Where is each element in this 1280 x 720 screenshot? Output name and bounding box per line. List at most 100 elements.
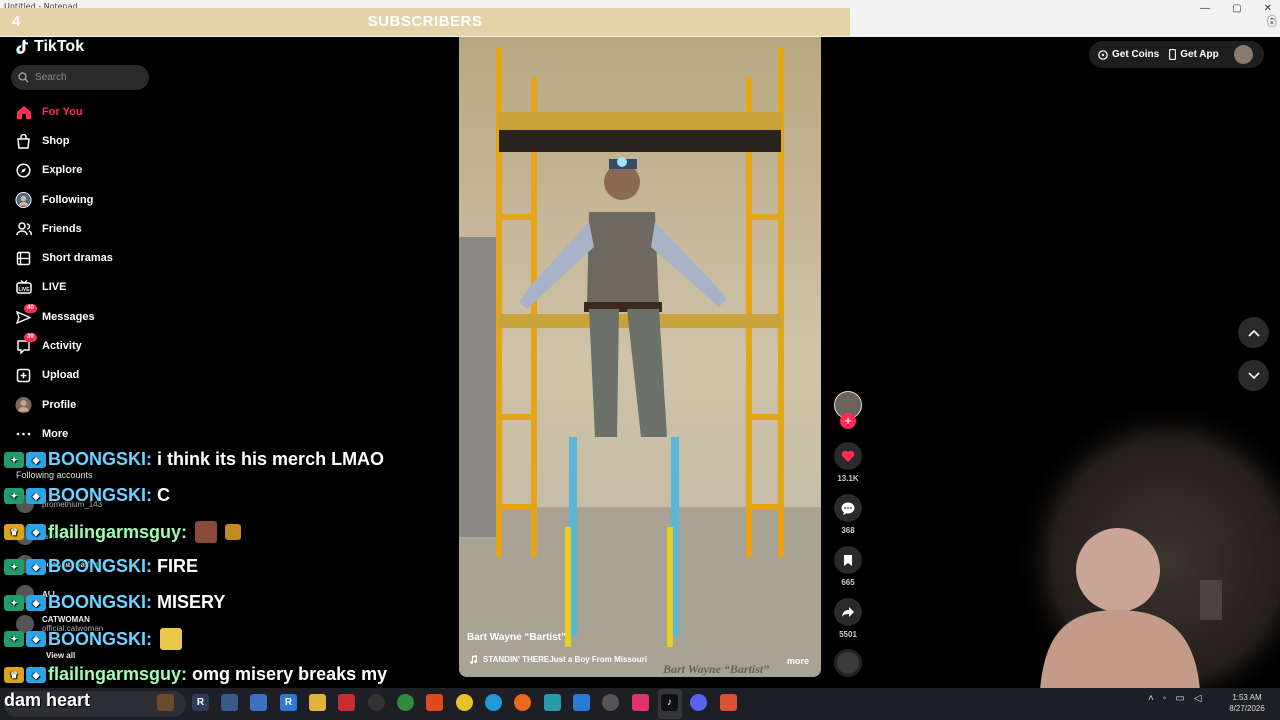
- cube-badge-icon: ◆: [26, 666, 46, 683]
- music-title: STANDIN' THEREJust a Boy From Missouri: [483, 655, 647, 664]
- chat-message: ✦ ◆ BOONGSKI: C: [4, 485, 170, 506]
- brave-icon[interactable]: [426, 694, 443, 711]
- tiktok-note-icon: [16, 39, 29, 55]
- taskbar-app-icon[interactable]: [720, 694, 737, 711]
- nav-friends[interactable]: Friends: [15, 218, 82, 240]
- video-player[interactable]: [459, 37, 821, 677]
- logo-text: TikTok: [34, 38, 85, 55]
- chat-username: BOONGSKI:: [48, 628, 153, 649]
- like-button[interactable]: 13.1K: [834, 442, 862, 483]
- taskbar-app-icon[interactable]: [397, 694, 414, 711]
- nav-label: Short dramas: [42, 252, 113, 264]
- nav-short-dramas[interactable]: Short dramas: [15, 247, 113, 269]
- chat-username: flailingarmsguy:: [48, 521, 188, 542]
- view-all-link[interactable]: View all: [46, 651, 75, 660]
- heart-icon: [834, 442, 862, 470]
- chat-continuation: dam heart: [4, 690, 91, 710]
- taskbar-app-icon[interactable]: [632, 694, 649, 711]
- nav-label: Activity: [42, 340, 82, 352]
- cube-badge-icon: ◆: [26, 487, 46, 504]
- taskbar-app-icon[interactable]: R: [280, 694, 297, 711]
- folder-icon[interactable]: [309, 694, 326, 711]
- user-avatar[interactable]: [1234, 45, 1253, 64]
- tiktok-logo[interactable]: TikTok: [16, 38, 84, 56]
- nav-explore[interactable]: Explore: [15, 159, 82, 181]
- top-right-actions: Get Coins Get App: [1089, 41, 1264, 68]
- chat-text: FIRE: [157, 556, 199, 576]
- nav-label: Explore: [42, 164, 83, 176]
- film-icon: [15, 250, 32, 267]
- streamer-webcam: [1000, 400, 1280, 690]
- nav-messages[interactable]: 40 Messages: [15, 303, 95, 328]
- nav-more[interactable]: More: [15, 423, 68, 445]
- bookmark-icon: [834, 546, 862, 574]
- chat-text: i think its his merch LMAO: [157, 449, 385, 469]
- comment-button[interactable]: 368: [834, 494, 862, 535]
- upload-icon: [15, 367, 32, 384]
- video-frame-illustration: [459, 37, 821, 677]
- nav-activity[interactable]: 39 Activity: [15, 332, 82, 357]
- next-video-button[interactable]: [1238, 360, 1269, 391]
- video-author[interactable]: Bart Wayne “Bartist”: [467, 632, 566, 643]
- crown-badge-icon: ♛: [4, 666, 24, 683]
- caption-more-button[interactable]: more: [787, 656, 809, 666]
- nav-following[interactable]: Following: [15, 189, 93, 211]
- monitor-icon[interactable]: ▭: [1175, 693, 1184, 704]
- chat-text: MISERY: [157, 592, 226, 612]
- nav-shop[interactable]: Shop: [15, 130, 70, 152]
- nav-profile[interactable]: Profile: [15, 394, 76, 416]
- taskbar-clock[interactable]: 1:53 AM 8/27/2026: [1224, 692, 1270, 714]
- get-coins-button[interactable]: Get Coins: [1098, 49, 1159, 60]
- nav-label: For You: [42, 106, 83, 118]
- taskbar-app-icon[interactable]: [544, 694, 561, 711]
- taskbar-app-icon[interactable]: [250, 694, 267, 711]
- nav-upload[interactable]: Upload: [15, 364, 79, 386]
- nav-label: Upload: [42, 369, 80, 381]
- sub-badge-icon: ✦: [4, 594, 24, 611]
- follow-plus-icon[interactable]: +: [840, 413, 856, 429]
- taskbar-app-icon[interactable]: [338, 694, 355, 711]
- tiktok-taskbar-icon[interactable]: ♪: [661, 694, 678, 711]
- taskbar-app-icon[interactable]: R: [192, 694, 209, 711]
- chat-text: C: [157, 485, 171, 505]
- taskbar-app-icon[interactable]: [157, 694, 174, 711]
- minimize-icon[interactable]: —: [1200, 3, 1210, 14]
- edge-icon[interactable]: [485, 694, 502, 711]
- taskbar-app-icon[interactable]: [221, 694, 238, 711]
- firefox-icon[interactable]: [514, 694, 531, 711]
- chat-text: omg misery breaks my: [192, 664, 388, 684]
- taskbar-app-icon[interactable]: [602, 694, 619, 711]
- discord-icon[interactable]: [690, 694, 707, 711]
- chat-message: ✦ ◆ BOONGSKI: i think its his merch LMAO: [4, 449, 384, 470]
- nav-for-you[interactable]: For You: [15, 101, 83, 123]
- previous-video-button[interactable]: [1238, 317, 1269, 348]
- crown-badge-icon: ♛: [4, 524, 24, 540]
- clock-time: 1:53 AM: [1232, 693, 1262, 702]
- chat-message: ♛ ◆ flailingarmsguy:: [4, 521, 242, 543]
- system-tray: ˄ ◦ ▭ ◁: [1148, 693, 1202, 704]
- speaker-icon[interactable]: ◁: [1194, 693, 1202, 704]
- search-box[interactable]: [11, 65, 149, 90]
- comment-count: 368: [841, 526, 855, 535]
- music-disc-icon[interactable]: [834, 649, 862, 677]
- microphone-icon[interactable]: ◦: [1163, 693, 1167, 704]
- shop-icon: [15, 133, 32, 150]
- chevron-up-icon[interactable]: ˄: [1148, 693, 1154, 704]
- activity-badge: 39: [24, 332, 37, 342]
- get-coins-label: Get Coins: [1112, 49, 1160, 60]
- messages-icon: 40: [15, 303, 37, 326]
- search-input[interactable]: [35, 72, 135, 83]
- taskbar-app-icon[interactable]: [368, 694, 385, 711]
- subscriber-count-right: 6: [1267, 13, 1276, 30]
- sub-badge-icon: ✦: [4, 558, 24, 575]
- chat-username: BOONGSKI:: [48, 449, 153, 469]
- get-app-button[interactable]: Get App: [1169, 49, 1219, 60]
- save-button[interactable]: 665: [834, 546, 862, 587]
- maximize-icon[interactable]: ▢: [1232, 3, 1241, 14]
- vscode-icon[interactable]: [573, 694, 590, 711]
- nav-live[interactable]: LIVE LIVE: [15, 276, 66, 298]
- chat-username: flailingarmsguy:: [48, 664, 188, 684]
- chevron-up-icon: [1247, 329, 1260, 337]
- chrome-icon[interactable]: [456, 694, 473, 711]
- share-button[interactable]: 5501: [834, 598, 862, 639]
